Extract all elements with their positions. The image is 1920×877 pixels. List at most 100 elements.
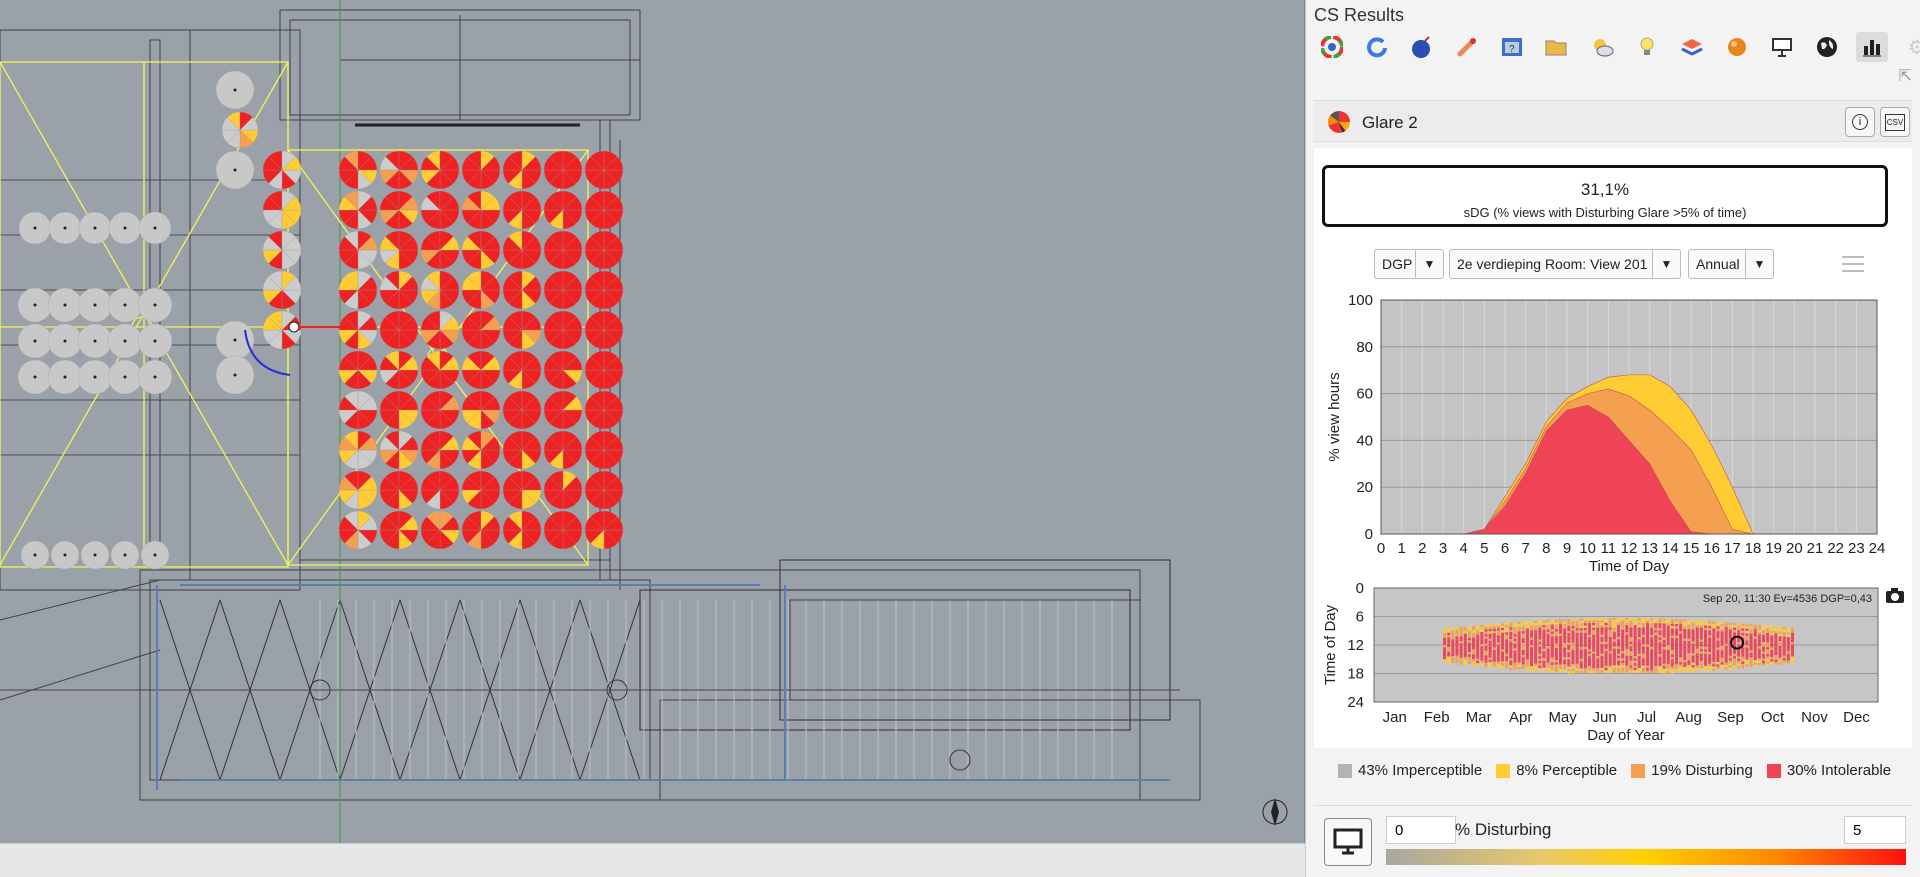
heatmap-cell — [1559, 657, 1563, 660]
metric-select[interactable]: DGP ▼ — [1374, 249, 1444, 279]
heatmap-cell — [1600, 651, 1604, 654]
heatmap-cell — [1641, 620, 1645, 623]
max-value-input[interactable] — [1844, 816, 1906, 844]
heatmap-cell — [1538, 658, 1542, 661]
heatmap-cell — [1691, 636, 1695, 640]
sun-cloud-icon[interactable] — [1586, 32, 1618, 62]
heatmap-cell — [1720, 657, 1724, 660]
chart-menu-icon[interactable] — [1842, 256, 1864, 277]
heatmap-cell — [1786, 632, 1790, 635]
globe-icon[interactable] — [1811, 32, 1843, 62]
heatmap-cell — [1741, 652, 1745, 655]
heatmap-cell — [1530, 623, 1534, 626]
heatmap-cell — [1774, 640, 1778, 644]
color-wheel-icon[interactable] — [1316, 32, 1348, 62]
heatmap-cell — [1467, 642, 1471, 646]
heatmap-cell — [1683, 648, 1687, 651]
heatmap-cell — [1762, 663, 1766, 666]
heatmap-cell — [1641, 665, 1645, 669]
heatmap-cell — [1695, 660, 1699, 664]
heatmap-cell — [1583, 654, 1587, 657]
model-viewport[interactable] — [0, 0, 1305, 843]
display-toggle-button[interactable] — [1324, 818, 1372, 866]
heatmap-cell — [1666, 666, 1670, 669]
camera-icon[interactable] — [1886, 588, 1904, 603]
sphere-icon[interactable] — [1721, 32, 1753, 62]
heatmap-cell — [1559, 659, 1563, 663]
heatmap-cell — [1538, 665, 1542, 669]
heatmap-cell — [1654, 651, 1658, 655]
heatmap-cell — [1600, 670, 1604, 673]
refresh-icon[interactable] — [1361, 32, 1393, 62]
heatmap-cell — [1600, 667, 1604, 671]
bomb-icon[interactable] — [1406, 32, 1438, 62]
heatmap-cell — [1650, 663, 1654, 666]
monitor-stand-icon[interactable] — [1766, 32, 1798, 62]
heatmap-cell — [1592, 627, 1596, 631]
heatmap-cell — [1786, 648, 1790, 652]
heatmap-cell — [1604, 665, 1608, 668]
gear-icon[interactable]: ⚙ — [1901, 32, 1920, 62]
heatmap-cell — [1757, 660, 1761, 663]
heatmap-cell — [1662, 661, 1666, 664]
heatmap-cell — [1588, 646, 1592, 650]
heatmap-cell — [1588, 661, 1592, 664]
heatmap-cell — [1550, 636, 1554, 639]
heatmap-cell — [1617, 646, 1621, 649]
x-tick-label: 8 — [1542, 540, 1550, 557]
heatmap-cell — [1691, 643, 1695, 647]
heatmap-cell — [1737, 656, 1741, 659]
pipette-icon[interactable] — [1451, 32, 1483, 62]
heatmap-cell — [1608, 625, 1612, 628]
bar-chart-icon[interactable] — [1856, 32, 1888, 62]
heatmap-cell — [1550, 669, 1554, 673]
heatmap-cell — [1596, 634, 1600, 638]
heatmap-cell — [1467, 630, 1471, 634]
min-value-input[interactable] — [1386, 816, 1456, 844]
heatmap-cell — [1728, 651, 1732, 654]
heatmap-cell — [1575, 651, 1579, 655]
heatmap-cell — [1588, 623, 1592, 626]
heatmap-cell — [1745, 661, 1749, 665]
heatmap-cell — [1757, 636, 1761, 640]
x-tick-label: 9 — [1563, 540, 1571, 557]
heatmap-cell — [1521, 626, 1525, 629]
heatmap-cell — [1571, 661, 1575, 664]
help-window-icon[interactable]: ? — [1496, 32, 1528, 62]
heatmap-cell — [1633, 653, 1637, 657]
heatmap-cell — [1567, 638, 1571, 641]
heatmap-cell — [1704, 654, 1708, 657]
chevron-down-icon: ▼ — [1415, 250, 1443, 278]
period-select[interactable]: Annual ▼ — [1688, 249, 1774, 279]
heatmap-cell — [1716, 638, 1720, 641]
heatmap-cell — [1467, 654, 1471, 657]
heatmap-cell — [1617, 639, 1621, 642]
heatmap-cell — [1505, 639, 1509, 642]
heatmap-cell — [1699, 649, 1703, 652]
heatmap-cell — [1604, 660, 1608, 664]
heatmap-cell — [1621, 653, 1625, 656]
heatmap-cell — [1778, 631, 1782, 634]
heatmap-cell — [1579, 639, 1583, 643]
layers-icon[interactable] — [1676, 32, 1708, 62]
heatmap-cell — [1488, 657, 1492, 660]
heatmap-cell — [1517, 648, 1521, 651]
lightbulb-icon[interactable] — [1631, 32, 1663, 62]
heatmap-cell — [1629, 648, 1633, 652]
heatmap-cell — [1629, 617, 1633, 621]
heatmap-cell — [1505, 656, 1509, 659]
heatmap-cell — [1633, 641, 1637, 645]
heatmap-cell — [1534, 642, 1538, 645]
heatmap-cell — [1641, 646, 1645, 650]
heatmap-cell — [1770, 630, 1774, 634]
folder-open-icon[interactable] — [1541, 32, 1573, 62]
popout-icon[interactable]: ⇱ — [1899, 66, 1912, 86]
heatmap-cell — [1720, 636, 1724, 639]
heatmap-cell — [1699, 641, 1703, 645]
heatmap-cell — [1604, 651, 1608, 654]
heatmap-cell — [1476, 641, 1480, 645]
heatmap-cell — [1708, 632, 1712, 636]
view-select[interactable]: 2e verdieping Room: View 201 ▼ — [1449, 249, 1681, 279]
csv-export-button[interactable]: CSV — [1880, 107, 1910, 137]
info-button[interactable]: i — [1845, 107, 1875, 137]
